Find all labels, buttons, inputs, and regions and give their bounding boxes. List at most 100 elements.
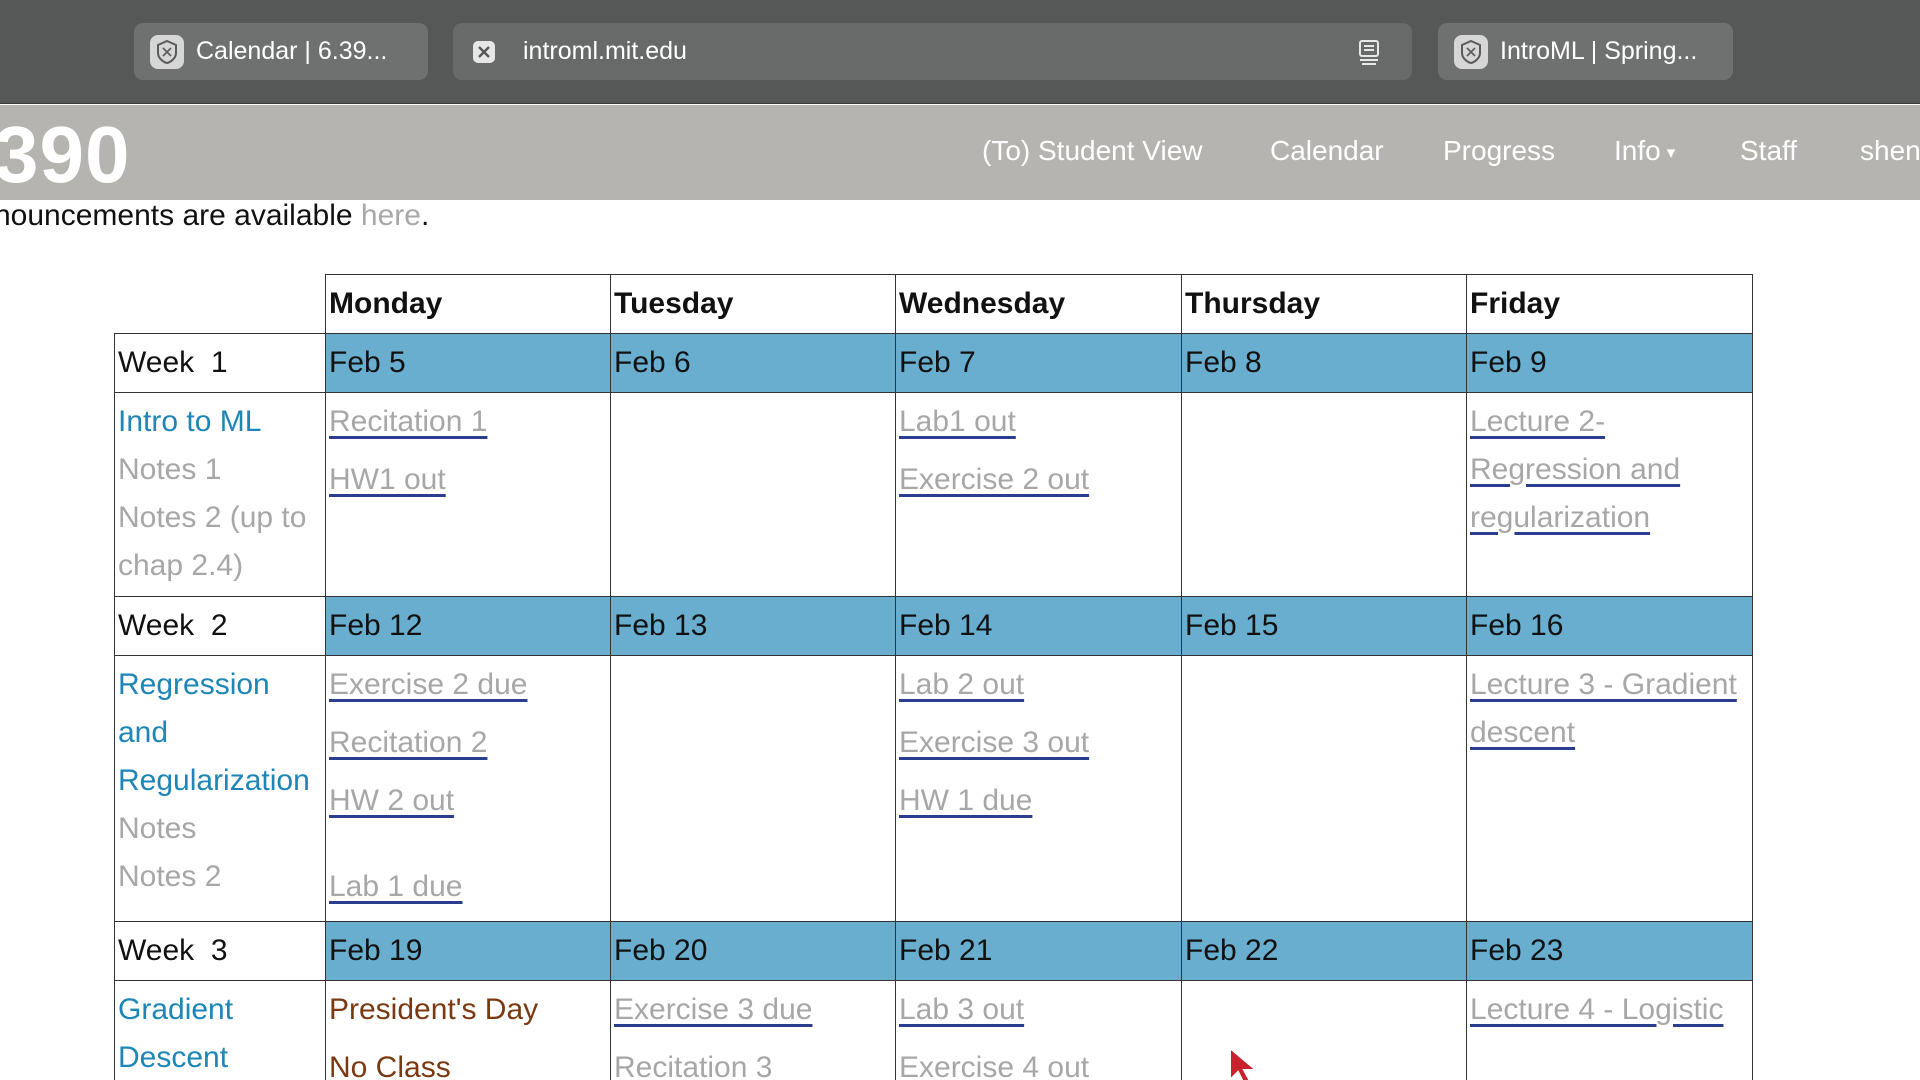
shield-logo-icon — [150, 34, 184, 69]
topic-cell: Intro to ML Notes 1 Notes 2 (up to chap … — [114, 392, 326, 597]
reader-mode-icon[interactable] — [1354, 37, 1384, 67]
close-icon[interactable] — [471, 39, 497, 65]
thursday-cell — [1181, 980, 1467, 1080]
course-number[interactable]: 390 — [0, 109, 130, 201]
topic-link[interactable]: Gradient Descent — [118, 986, 322, 1080]
week-content-row: Intro to ML Notes 1 Notes 2 (up to chap … — [114, 392, 1753, 597]
nav-info-label: Info — [1614, 135, 1661, 166]
browser-tab-bar: Calendar | 6.39... introml.mit.edu Intro… — [0, 0, 1920, 104]
day-header-friday: Friday — [1466, 274, 1753, 334]
corner-cell — [114, 274, 326, 334]
browser-tab-active[interactable]: introml.mit.edu — [453, 23, 1412, 80]
nav-staff[interactable]: Staff — [1740, 135, 1797, 167]
date-cell: Feb 8 — [1181, 333, 1467, 393]
date-cell: Feb 14 — [895, 596, 1182, 656]
lecture-link[interactable]: Lecture 3 - Gradient descent — [1470, 668, 1737, 749]
date-cell: Feb 20 — [610, 921, 896, 981]
browser-tab-calendar[interactable]: Calendar | 6.39... — [134, 23, 428, 80]
lecture-link[interactable]: Lecture 2- Regression and regularization — [1470, 405, 1680, 534]
week-date-row: Week 1 Feb 5 Feb 6 Feb 7 Feb 8 Feb 9 — [114, 333, 1753, 393]
week-label: Week 3 — [114, 921, 326, 981]
wednesday-cell: Lab 2 out Exercise 3 out HW 1 due — [895, 655, 1182, 922]
browser-tab-introml[interactable]: IntroML | Spring... — [1438, 23, 1733, 80]
topic-link[interactable]: Regression and Regularization — [118, 661, 322, 805]
chevron-down-icon: ▾ — [1666, 143, 1676, 162]
recitation-link[interactable]: Recitation 1 — [329, 398, 607, 446]
wednesday-cell: Lab1 out Exercise 2 out — [895, 392, 1182, 597]
nav-calendar[interactable]: Calendar — [1270, 135, 1384, 167]
day-header-monday: Monday — [325, 274, 611, 334]
date-cell: Feb 21 — [895, 921, 1182, 981]
notes-link[interactable]: Notes — [118, 805, 322, 853]
topic-cell: Regression and Regularization Notes Note… — [114, 655, 326, 922]
date-cell: Feb 7 — [895, 333, 1182, 393]
date-cell: Feb 12 — [325, 596, 611, 656]
notes-link[interactable]: Notes 2 — [118, 853, 322, 901]
day-header-wednesday: Wednesday — [895, 274, 1182, 334]
day-header-row: Monday Tuesday Wednesday Thursday Friday — [114, 274, 1753, 334]
lecture-link[interactable]: Lecture 4 - Logistic — [1470, 993, 1723, 1026]
notes-link[interactable]: Notes 1 — [118, 446, 322, 494]
tuesday-cell: Exercise 3 due Recitation 3 — [610, 980, 896, 1080]
monday-cell: President's Day No Class — [325, 980, 611, 1080]
monday-cell: Exercise 2 due Recitation 2 HW 2 out Lab… — [325, 655, 611, 922]
wednesday-cell: Lab 3 out Exercise 4 out — [895, 980, 1182, 1080]
tuesday-cell — [610, 392, 896, 597]
friday-cell: Lecture 2- Regression and regularization — [1466, 392, 1753, 597]
topic-cell: Gradient Descent — [114, 980, 326, 1080]
topic-link[interactable]: Intro to ML — [118, 398, 322, 446]
exercise-link[interactable]: Exercise 3 out — [899, 719, 1178, 767]
nav-user[interactable]: shen — [1860, 135, 1920, 167]
tuesday-cell — [610, 655, 896, 922]
homework-link[interactable]: HW 1 due — [899, 777, 1178, 825]
no-class-label: No Class — [329, 1051, 451, 1080]
exercise-link[interactable]: Exercise 2 out — [899, 456, 1178, 504]
date-cell: Feb 22 — [1181, 921, 1467, 981]
tab-title: IntroML | Spring... — [1500, 37, 1698, 65]
notes-link[interactable]: Notes 2 (up to chap 2.4) — [118, 494, 322, 590]
lab-link[interactable]: Lab1 out — [899, 398, 1178, 446]
week-content-row: Gradient Descent President's Day No Clas… — [114, 980, 1753, 1080]
lab-link[interactable]: Lab 1 due — [329, 863, 607, 911]
date-cell: Feb 9 — [1466, 333, 1753, 393]
exercise-link[interactable]: Exercise 2 due — [329, 661, 607, 709]
shield-logo-icon — [1454, 34, 1488, 69]
date-cell: Feb 13 — [610, 596, 896, 656]
week-label: Week 2 — [114, 596, 326, 656]
holiday-label: President's Day — [329, 993, 539, 1026]
week-content-row: Regression and Regularization Notes Note… — [114, 655, 1753, 922]
recitation-link[interactable]: Recitation 3 — [614, 1044, 892, 1080]
mouse-cursor-icon — [1228, 1045, 1262, 1080]
nav-progress[interactable]: Progress — [1443, 135, 1555, 167]
week-date-row: Week 3 Feb 19 Feb 20 Feb 21 Feb 22 Feb 2… — [114, 921, 1753, 981]
announcement-text: nouncements are available — [0, 199, 361, 232]
tab-title: Calendar | 6.39... — [196, 37, 388, 65]
day-header-tuesday: Tuesday — [610, 274, 896, 334]
exercise-link[interactable]: Exercise 4 out — [899, 1044, 1178, 1080]
lab-link[interactable]: Lab 3 out — [899, 986, 1178, 1034]
thursday-cell — [1181, 655, 1467, 922]
course-calendar-table: Monday Tuesday Wednesday Thursday Friday… — [114, 274, 1753, 1080]
exercise-link[interactable]: Exercise 3 due — [614, 986, 892, 1034]
date-cell: Feb 15 — [1181, 596, 1467, 656]
date-cell: Feb 19 — [325, 921, 611, 981]
homework-link[interactable]: HW 2 out — [329, 777, 607, 825]
nav-info-dropdown[interactable]: Info ▾ — [1614, 135, 1675, 167]
site-header: 390 (To) Student View Calendar Progress … — [0, 105, 1920, 200]
friday-cell: Lecture 3 - Gradient descent — [1466, 655, 1753, 922]
date-cell: Feb 23 — [1466, 921, 1753, 981]
date-cell: Feb 5 — [325, 333, 611, 393]
announcement-line: nouncements are available here. — [0, 199, 429, 233]
date-cell: Feb 16 — [1466, 596, 1753, 656]
homework-link[interactable]: HW1 out — [329, 456, 607, 504]
monday-cell: Recitation 1 HW1 out — [325, 392, 611, 597]
week-date-row: Week 2 Feb 12 Feb 13 Feb 14 Feb 15 Feb 1… — [114, 596, 1753, 656]
lab-link[interactable]: Lab 2 out — [899, 661, 1178, 709]
announcement-link[interactable]: here — [361, 199, 421, 232]
nav-student-view[interactable]: (To) Student View — [982, 135, 1203, 167]
day-header-thursday: Thursday — [1181, 274, 1467, 334]
announcement-suffix: . — [420, 199, 430, 232]
friday-cell: Lecture 4 - Logistic — [1466, 980, 1753, 1080]
recitation-link[interactable]: Recitation 2 — [329, 719, 607, 767]
